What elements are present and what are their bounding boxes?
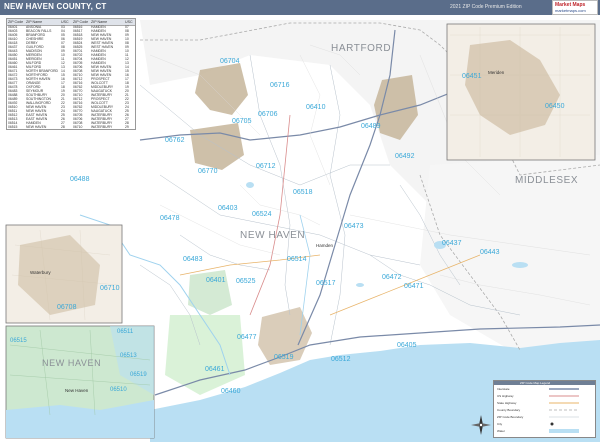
map-legend: ZIP Code Map Legend Interstate US Highwa… bbox=[493, 380, 596, 438]
zip-label: 06489 bbox=[361, 123, 381, 130]
zip-label: 06471 bbox=[404, 283, 424, 290]
zip-label: 06473 bbox=[344, 223, 364, 230]
zip-label: 06401 bbox=[206, 277, 226, 284]
place-label: Meriden bbox=[488, 70, 505, 75]
zip-label: 06513 bbox=[120, 353, 137, 359]
zip-table-cell: NEW HAVEN bbox=[26, 125, 47, 129]
logo-subtext: marketmaps.com bbox=[555, 8, 586, 13]
place-label: Waterbury bbox=[30, 270, 51, 275]
place-label: Hamden bbox=[316, 243, 334, 248]
zip-label: 06405 bbox=[397, 342, 417, 349]
zip-label: 06443 bbox=[480, 249, 500, 256]
zip-label: 06708 bbox=[57, 304, 77, 311]
zip-label: 06488 bbox=[70, 176, 90, 183]
zip-table-row: 06515 NEW HAVEN 28 06710 WATERBURY 29 bbox=[7, 125, 135, 129]
publisher-logo: Market Maps marketmaps.com bbox=[552, 0, 598, 15]
zip-code-table: ZIP Code ZIP Name USC ZIP Code ZIP Name … bbox=[6, 18, 136, 130]
edition-label: 2021 ZIP Code Premium Edition bbox=[450, 4, 522, 10]
map-title: NEW HAVEN COUNTY, CT bbox=[4, 2, 107, 11]
compass-rose-icon bbox=[471, 415, 491, 435]
zip-label: 06524 bbox=[252, 211, 272, 218]
zip-label: 06483 bbox=[183, 256, 203, 263]
col-header: ZIP Name bbox=[91, 19, 108, 24]
zip-table-cell: 28 bbox=[61, 125, 65, 129]
col-header: ZIP Code bbox=[73, 19, 89, 24]
zip-label: 06716 bbox=[270, 82, 290, 89]
zip-label: 06478 bbox=[160, 215, 180, 222]
zip-label: 06710 bbox=[100, 285, 120, 292]
zip-label: 06519 bbox=[130, 372, 147, 378]
col-header: ZIP Code bbox=[8, 19, 24, 24]
zip-label: 06512 bbox=[331, 356, 351, 363]
zip-label: 06712 bbox=[256, 163, 276, 170]
zip-label: 06492 bbox=[395, 153, 415, 160]
zip-label: 06461 bbox=[205, 366, 225, 373]
county-label-hartford: HARTFORD bbox=[331, 43, 392, 54]
zip-label: 06460 bbox=[221, 388, 241, 395]
legend-header: ZIP Code Map Legend bbox=[494, 381, 595, 385]
legend-item: Interstate bbox=[497, 387, 510, 391]
zip-label: 06514 bbox=[287, 256, 307, 263]
zip-label: 06518 bbox=[293, 189, 313, 196]
zip-label: 06451 bbox=[462, 73, 482, 80]
zip-label: 06762 bbox=[165, 137, 185, 144]
county-label-new-haven: NEW HAVEN bbox=[240, 230, 306, 241]
lake-4 bbox=[356, 283, 364, 287]
lake-2 bbox=[512, 262, 528, 268]
col-header: USC bbox=[125, 19, 133, 24]
col-header: USC bbox=[61, 19, 69, 24]
zip-label: 06477 bbox=[237, 334, 257, 341]
zip-label: 06704 bbox=[220, 58, 240, 65]
legend-item: US Highway bbox=[497, 394, 514, 398]
zip-label: 06515 bbox=[10, 338, 27, 344]
place-label: New Haven bbox=[65, 388, 89, 393]
zip-table-cell: 06515 bbox=[8, 125, 18, 129]
legend-symbols bbox=[549, 388, 579, 433]
zip-table-cell: 29 bbox=[125, 125, 129, 129]
zip-label: 06450 bbox=[545, 103, 565, 110]
zip-label: 06511 bbox=[117, 329, 134, 335]
zip-label: 06517 bbox=[316, 280, 336, 287]
legend-item: Water bbox=[497, 429, 505, 433]
zip-table-cell: WATERBURY bbox=[91, 125, 113, 129]
zip-label: 06525 bbox=[236, 278, 256, 285]
county-label-middlesex: MIDDLESEX bbox=[515, 175, 579, 186]
zip-label: 06510 bbox=[110, 387, 127, 393]
legend-item: ZIP Code Boundary bbox=[497, 415, 524, 419]
zip-label: 06472 bbox=[382, 274, 402, 281]
col-header: ZIP Name bbox=[26, 19, 43, 24]
legend-item: State Highway bbox=[497, 401, 517, 405]
zip-label: 06770 bbox=[198, 168, 218, 175]
map-header: NEW HAVEN COUNTY, CT 2021 ZIP Code Premi… bbox=[0, 0, 600, 15]
zip-label: 06403 bbox=[218, 205, 238, 212]
zip-label: 06519 bbox=[274, 354, 294, 361]
zip-label: 06437 bbox=[442, 240, 462, 247]
inset-label-new-haven: NEW HAVEN bbox=[42, 358, 102, 368]
zip-label: 06705 bbox=[232, 118, 252, 125]
zip-table-cell: 06710 bbox=[73, 125, 83, 129]
zip-label: 06410 bbox=[306, 104, 326, 111]
zip-label: 06706 bbox=[258, 111, 278, 118]
legend-item: County Boundary bbox=[497, 408, 521, 412]
legend-item: City bbox=[497, 422, 503, 426]
legend-title: ZIP Code Map Legend bbox=[520, 381, 551, 385]
lake-3 bbox=[246, 182, 254, 188]
